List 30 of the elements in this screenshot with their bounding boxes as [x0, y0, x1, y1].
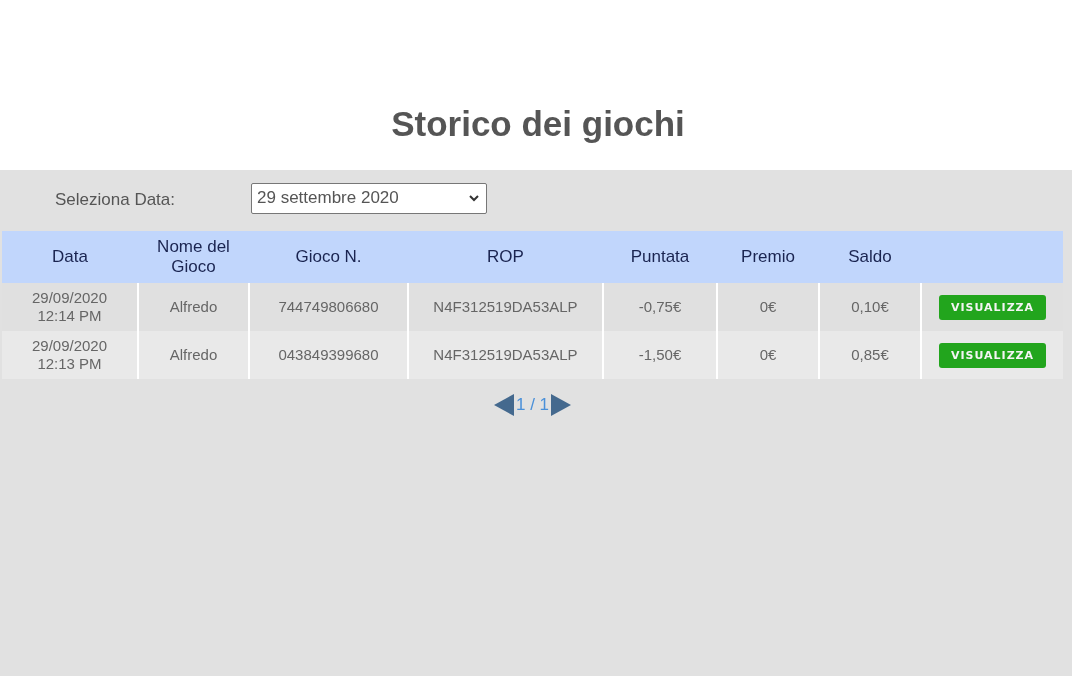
- table-cell: Alfredo: [138, 331, 249, 379]
- table-cell: N4F312519DA53ALP: [408, 331, 603, 379]
- table-cell: 043849399680: [249, 331, 408, 379]
- table-cell: -1,50€: [603, 331, 717, 379]
- table-cell: 29/09/2020 12:13 PM: [2, 331, 138, 379]
- column-header: Premio: [717, 231, 819, 283]
- table-cell: Alfredo: [138, 283, 249, 331]
- table-cell: 0€: [717, 331, 819, 379]
- view-button[interactable]: VISUALIZZA: [939, 342, 1046, 368]
- date-label: Seleziona Data:: [54, 190, 177, 210]
- previous-page-icon[interactable]: [493, 394, 514, 416]
- chevron-down-icon: [468, 194, 480, 202]
- next-page-icon[interactable]: [551, 394, 572, 416]
- date-select[interactable]: 29 settembre 2020: [251, 182, 487, 214]
- column-header: ROP: [408, 231, 603, 283]
- column-header: Gioco N.: [249, 231, 408, 283]
- table-cell: 0,10€: [819, 283, 921, 331]
- table-cell: -0,75€: [603, 283, 717, 331]
- table-cell: 744749806680: [249, 283, 408, 331]
- page-indicator: 1 / 1: [515, 395, 550, 415]
- table-cell: 0,85€: [819, 331, 921, 379]
- column-header: Nome del Gioco: [138, 231, 249, 283]
- column-header: Saldo: [819, 231, 921, 283]
- column-header: Data: [2, 231, 138, 283]
- table-cell: 0€: [717, 283, 819, 331]
- table-cell: 29/09/2020 12:14 PM: [2, 283, 138, 331]
- table-cell: N4F312519DA53ALP: [408, 283, 603, 331]
- view-button[interactable]: VISUALIZZA: [939, 294, 1046, 320]
- page-title: Storico dei giochi: [391, 104, 685, 144]
- column-header: Puntata: [603, 231, 717, 283]
